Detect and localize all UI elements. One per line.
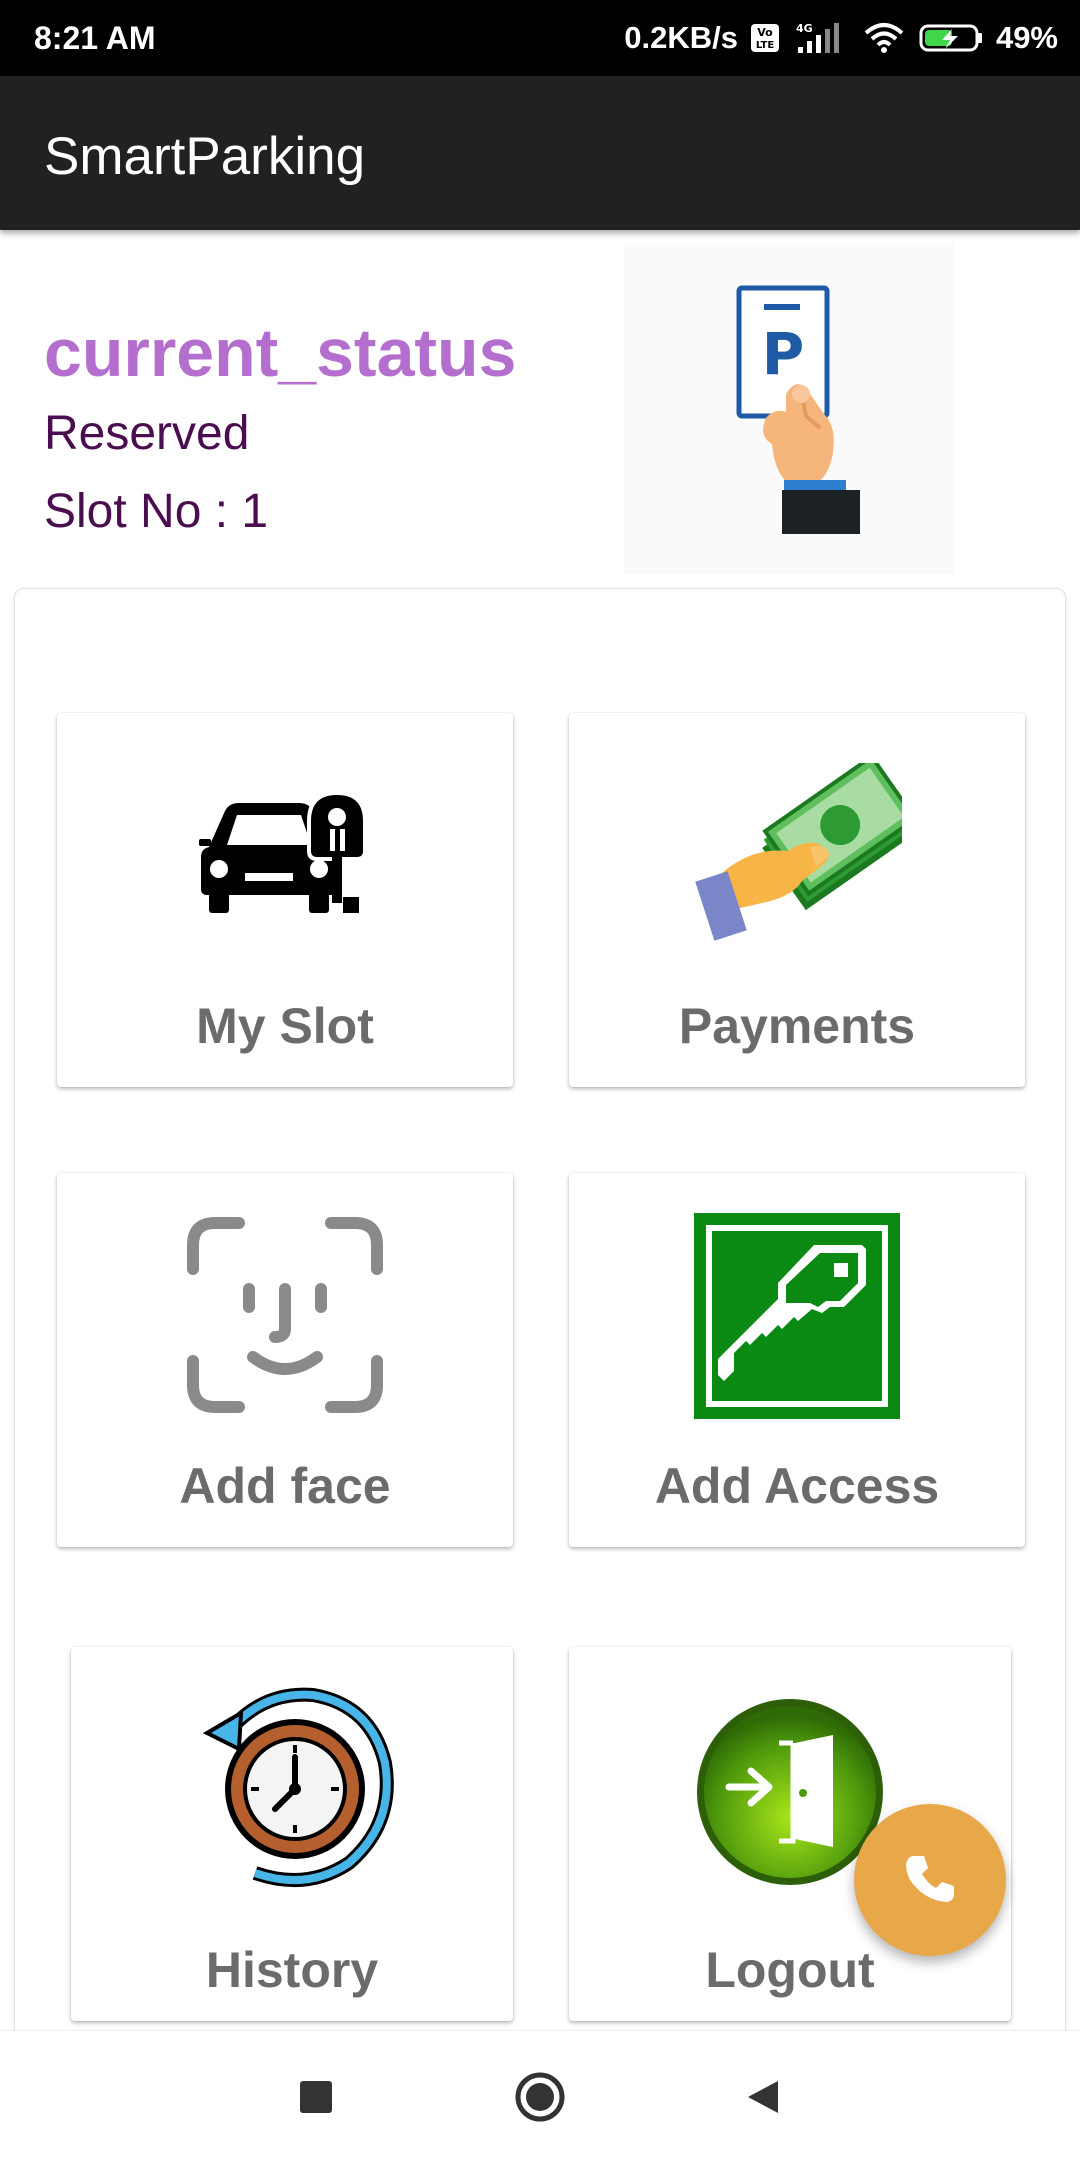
add-face-label: Add face xyxy=(179,1458,391,1514)
my-slot-label: My Slot xyxy=(196,998,374,1054)
app-bar: SmartParking xyxy=(0,76,1080,230)
recents-icon xyxy=(298,2079,334,2120)
wifi-icon xyxy=(862,21,906,55)
network-type-label: 4G xyxy=(796,22,813,35)
battery-charging-icon xyxy=(918,21,984,55)
status-bar: 8:21 AM 0.2KB/s Vo LTE 4G 49% xyxy=(0,0,1080,76)
history-label: History xyxy=(205,1942,379,1998)
volte-icon: Vo LTE xyxy=(750,23,780,53)
payments-label: Payments xyxy=(678,998,916,1054)
home-button[interactable] xyxy=(510,2069,570,2129)
add-access-label: Add Access xyxy=(654,1458,940,1514)
svg-text:LTE: LTE xyxy=(756,40,775,51)
phone-icon xyxy=(902,1850,958,1911)
status-title: current_status xyxy=(44,315,517,391)
my-slot-tile[interactable]: My Slot xyxy=(57,713,513,1087)
add-face-tile[interactable]: Add face xyxy=(57,1173,513,1547)
back-button[interactable] xyxy=(732,2069,792,2129)
battery-percent: 49% xyxy=(995,20,1058,55)
app-title: SmartParking xyxy=(44,127,366,186)
key-icon xyxy=(694,1213,900,1419)
svg-text:P: P xyxy=(762,320,805,388)
signal-icon: 4G xyxy=(792,21,850,55)
status-indicators: 0.2KB/s Vo LTE 4G 49% xyxy=(624,16,1058,60)
status-value: Reserved xyxy=(44,407,250,460)
history-tile[interactable]: History xyxy=(71,1647,513,2021)
back-icon xyxy=(742,2077,782,2122)
clock-history-icon xyxy=(189,1683,395,1889)
face-id-icon xyxy=(187,1217,383,1413)
call-button[interactable] xyxy=(854,1804,1006,1956)
home-icon xyxy=(514,2071,566,2128)
svg-text:Vo: Vo xyxy=(757,26,773,39)
recents-button[interactable] xyxy=(286,2069,346,2129)
payments-tile[interactable]: Payments xyxy=(569,713,1025,1087)
money-hand-icon xyxy=(692,753,919,943)
parking-ticket-illustration: P xyxy=(624,244,954,574)
current-status-section: current_status Reserved Slot No : 1 P xyxy=(0,230,1080,590)
add-access-tile[interactable]: Add Access xyxy=(569,1173,1025,1547)
status-time: 8:21 AM xyxy=(34,20,156,56)
system-nav-bar xyxy=(0,2030,1080,2160)
car-parking-meter-icon xyxy=(195,789,375,919)
slot-number: Slot No : 1 xyxy=(44,485,269,538)
network-speed: 0.2KB/s xyxy=(624,20,738,55)
